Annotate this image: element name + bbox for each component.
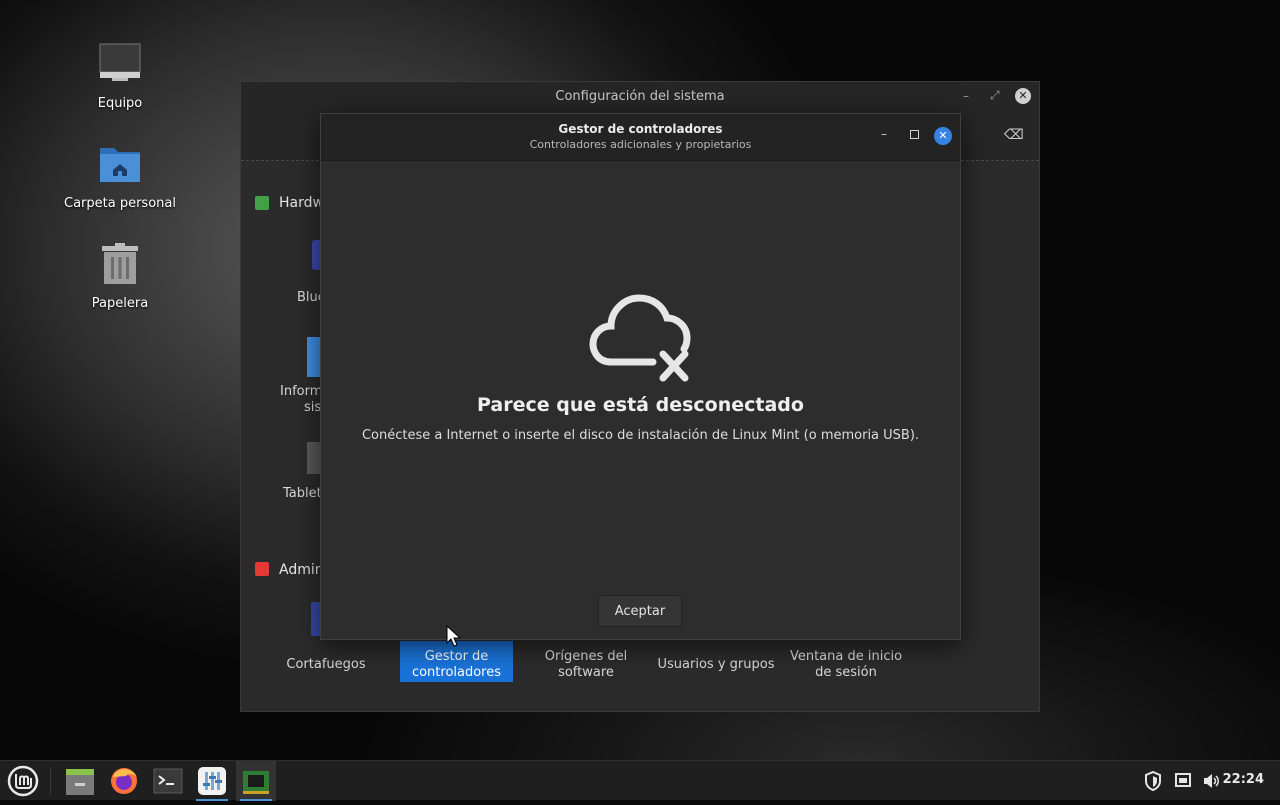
item-label-line1: Cortafuegos bbox=[286, 657, 366, 672]
settings-app-button[interactable] bbox=[192, 761, 232, 801]
item-label: Gestor de controladores bbox=[400, 641, 513, 681]
settings-window-title: Configuración del sistema bbox=[555, 89, 725, 104]
taskbar: 22:24 bbox=[0, 760, 1280, 801]
dialog-minimize-button[interactable]: – bbox=[881, 127, 887, 141]
close-button[interactable]: ✕ bbox=[1015, 88, 1031, 104]
driver-manager-icon bbox=[243, 771, 269, 794]
network-icon[interactable] bbox=[1174, 772, 1192, 790]
item-label-line2: software bbox=[558, 665, 614, 680]
cloud-offline-icon bbox=[589, 294, 691, 382]
driver-manager-button[interactable] bbox=[236, 761, 276, 801]
admin-item-gestor-controladores[interactable]: Gestor de controladores bbox=[400, 641, 513, 682]
active-indicator bbox=[240, 799, 272, 801]
item-label-line2: de sesión bbox=[815, 665, 877, 680]
firefox-launcher[interactable] bbox=[104, 761, 144, 801]
terminal-icon bbox=[153, 768, 183, 794]
offline-message: Conéctese a Internet o inserte el disco … bbox=[361, 428, 920, 443]
dialog-subtitle: Controladores adicionales y propietarios bbox=[529, 138, 752, 151]
hardware-icon bbox=[255, 196, 269, 210]
admin-item-origenes-software[interactable]: Orígenes del software bbox=[530, 649, 642, 681]
dialog-maximize-button[interactable] bbox=[910, 130, 919, 139]
dialog-titlebar: Gestor de controladores Controladores ad… bbox=[321, 114, 960, 161]
section-hardware-label: Hardw bbox=[279, 195, 324, 211]
section-admin-label: Admin bbox=[279, 562, 324, 578]
trash-icon bbox=[96, 242, 144, 290]
system-info-icon bbox=[307, 337, 321, 377]
taskbar-separator bbox=[50, 767, 51, 795]
admin-icon bbox=[255, 562, 269, 576]
home-folder-icon bbox=[96, 142, 144, 190]
mint-menu-icon bbox=[7, 765, 39, 797]
desktop-icon-papelera[interactable]: Papelera bbox=[60, 242, 180, 311]
files-icon bbox=[66, 769, 94, 795]
desktop-icon-label: Equipo bbox=[97, 96, 143, 111]
files-launcher[interactable] bbox=[60, 761, 100, 801]
desktop-icon-carpeta-personal[interactable]: Carpeta personal bbox=[60, 142, 180, 211]
dialog-title: Gestor de controladores bbox=[558, 122, 723, 136]
item-label-line2: controladores bbox=[411, 665, 502, 680]
volume-icon[interactable] bbox=[1202, 772, 1220, 790]
admin-item-usuarios-grupos[interactable]: Usuarios y grupos bbox=[654, 657, 778, 673]
item-label-line1: Usuarios y grupos bbox=[657, 657, 775, 672]
tablet-icon bbox=[307, 442, 321, 474]
firefox-icon bbox=[111, 768, 137, 794]
dialog-close-button[interactable]: ✕ bbox=[934, 127, 952, 145]
terminal-launcher[interactable] bbox=[148, 761, 188, 801]
mouse-cursor-icon bbox=[446, 625, 462, 647]
mint-menu-button[interactable] bbox=[3, 761, 43, 801]
clock[interactable]: 22:24 bbox=[1223, 772, 1264, 787]
clear-search-icon[interactable]: ⌫ bbox=[1004, 127, 1024, 143]
item-label-line1: Ventana de inicio bbox=[789, 649, 903, 664]
system-info-label-2: sis bbox=[304, 400, 322, 415]
maximize-button[interactable]: ⤢ bbox=[990, 88, 1000, 103]
admin-item-cortafuegos[interactable]: Cortafuegos bbox=[271, 657, 381, 673]
admin-item-ventana-inicio-sesion[interactable]: Ventana de inicio de sesión bbox=[786, 649, 906, 681]
offline-heading: Parece que está desconectado bbox=[477, 394, 804, 416]
item-label-line1: Orígenes del bbox=[544, 649, 628, 664]
accept-button[interactable]: Aceptar bbox=[598, 595, 682, 627]
driver-manager-dialog: Gestor de controladores Controladores ad… bbox=[320, 113, 961, 640]
desktop-icon-equipo[interactable]: Equipo bbox=[60, 42, 180, 111]
desktop-icon-label: Papelera bbox=[91, 296, 149, 311]
desktop-icon-label: Carpeta personal bbox=[64, 196, 176, 211]
active-indicator bbox=[196, 799, 228, 801]
settings-app-icon bbox=[198, 767, 226, 795]
shield-icon[interactable] bbox=[1144, 771, 1162, 791]
computer-icon bbox=[96, 42, 144, 90]
item-label-line1: Gestor de bbox=[424, 649, 489, 664]
minimize-button[interactable]: – bbox=[963, 89, 969, 103]
tablet-label[interactable]: Tablet bbox=[283, 486, 322, 502]
system-info-label-1[interactable]: Inform bbox=[280, 384, 322, 400]
